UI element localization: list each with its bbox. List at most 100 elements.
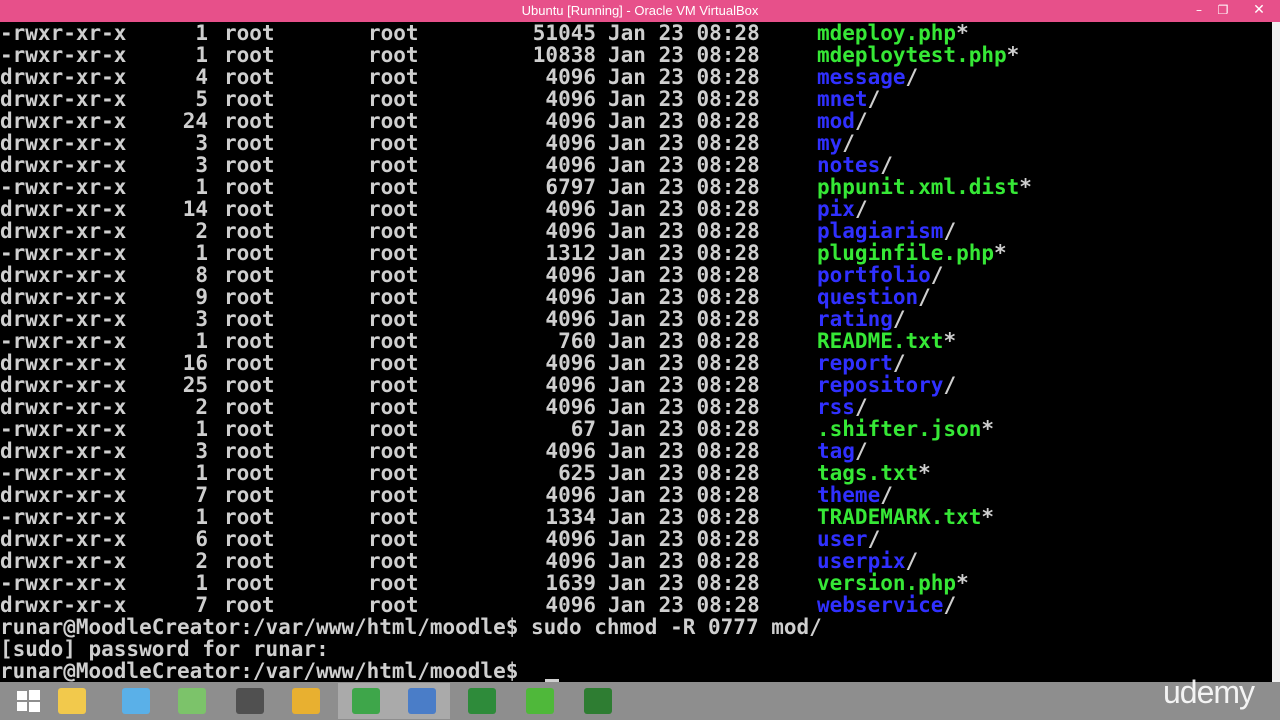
file-name: TRADEMARK.txt* <box>817 506 994 528</box>
listing-row: drwxr-xr-x 2 root root 4096 Jan 23 08:28 rss/ <box>0 396 1272 418</box>
listing-row: -rwxr-xr-x 1 root root 760 Jan 23 08:28 README… <box>0 330 1272 352</box>
modified-date: Jan 23 08:28 <box>608 373 760 397</box>
listing-row: -rwxr-xr-x 1 root root 10838 Jan 23 08:28 mdep… <box>0 44 1272 66</box>
link-count: 5 <box>195 87 208 111</box>
terminal-screen[interactable]: -rwxr-xr-x 1 root root 51045 Jan 23 08:28 mdep… <box>0 22 1272 682</box>
listing-row: drwxr-xr-x 8 root root 4096 Jan 23 08:28 portf… <box>0 264 1272 286</box>
listing-row: -rwxr-xr-x 1 root root 67 Jan 23 08:28 .shifte… <box>0 418 1272 440</box>
modified-date: Jan 23 08:28 <box>608 65 760 89</box>
taskbar-button[interactable] <box>164 683 220 719</box>
group: root <box>368 22 419 45</box>
taskbar-button[interactable] <box>338 683 394 719</box>
entry-type-suffix: * <box>994 241 1007 265</box>
entry-name: mdeploy.php <box>817 22 957 45</box>
modified-date: Jan 23 08:28 <box>608 593 760 617</box>
owner: root <box>224 439 275 463</box>
taskbar-button[interactable] <box>570 683 626 719</box>
current-prompt-line[interactable]: runar@MoodleCreator:/var/www/html/moodle… <box>0 660 1272 682</box>
group: root <box>368 395 419 419</box>
group: root <box>368 43 419 67</box>
entry-type-suffix: / <box>905 65 919 89</box>
owner: root <box>224 87 275 111</box>
modified-date: Jan 23 08:28 <box>608 417 760 441</box>
owner: root <box>224 461 275 485</box>
modified-date: Jan 23 08:28 <box>608 527 760 551</box>
modified-date: Jan 23 08:28 <box>608 285 760 309</box>
listing-row: drwxr-xr-x 16 root root 4096 Jan 23 08:28 repo… <box>0 352 1272 374</box>
entry-type-suffix: / <box>918 285 931 309</box>
owner: root <box>224 373 275 397</box>
entry-type-suffix: / <box>854 395 868 419</box>
directory-name: rating/ <box>817 308 906 330</box>
link-count: 24 <box>182 109 208 133</box>
taskbar-button[interactable] <box>44 683 100 719</box>
entry-type-suffix: * <box>918 461 931 485</box>
modified-date: Jan 23 08:28 <box>608 219 760 243</box>
permissions: drwxr-xr-x <box>0 549 127 573</box>
modified-date: Jan 23 08:28 <box>608 461 760 485</box>
file-size: 4096 <box>545 285 596 309</box>
taskbar-button[interactable] <box>512 683 568 719</box>
file-size: 67 <box>570 417 596 441</box>
group: root <box>368 87 419 111</box>
file-name: README.txt* <box>817 330 956 352</box>
taskbar-button[interactable] <box>454 683 510 719</box>
link-count: 1 <box>195 461 208 485</box>
owner: root <box>224 593 275 617</box>
group: root <box>368 131 419 155</box>
file-name: pluginfile.php* <box>817 242 1007 264</box>
owner: root <box>224 351 275 375</box>
permissions: drwxr-xr-x <box>0 285 127 309</box>
permissions: -rwxr-xr-x <box>0 175 127 199</box>
entry-name: repository <box>817 373 944 397</box>
file-size: 4096 <box>545 351 596 375</box>
owner: root <box>224 131 275 155</box>
permissions: drwxr-xr-x <box>0 307 127 331</box>
entry-type-suffix: * <box>956 571 969 595</box>
taskbar-button[interactable] <box>278 683 334 719</box>
taskbar-button[interactable] <box>108 683 164 719</box>
entry-type-suffix: / <box>930 263 944 287</box>
file-size: 4096 <box>545 527 596 551</box>
file-size: 4096 <box>545 109 596 133</box>
group: root <box>368 351 419 375</box>
modified-date: Jan 23 08:28 <box>608 439 760 463</box>
directory-name: userpix/ <box>817 550 918 572</box>
link-count: 6 <box>195 527 208 551</box>
group: root <box>368 483 419 507</box>
directory-name: question/ <box>817 286 931 308</box>
notepad-icon <box>178 688 206 714</box>
owner: root <box>224 417 275 441</box>
listing-row: drwxr-xr-x 24 root root 4096 Jan 23 08:28 mod/ <box>0 110 1272 132</box>
link-count: 2 <box>195 395 208 419</box>
permissions: drwxr-xr-x <box>0 219 127 243</box>
window-scrollbar[interactable] <box>1272 22 1280 682</box>
close-button[interactable]: ✕ <box>1240 0 1278 22</box>
minimize-button[interactable]: – <box>1186 0 1212 22</box>
link-count: 2 <box>195 219 208 243</box>
entry-name: question <box>817 285 919 309</box>
directory-name: message/ <box>817 66 918 88</box>
restore-button[interactable]: ❐ <box>1210 0 1236 22</box>
entry-type-suffix: / <box>943 373 957 397</box>
link-count: 25 <box>182 373 208 397</box>
file-name: version.php* <box>817 572 969 594</box>
entry-type-suffix: * <box>981 505 995 529</box>
link-count: 9 <box>195 285 208 309</box>
owner: root <box>224 241 275 265</box>
file-name: phpunit.xml.dist* <box>817 176 1032 198</box>
file-name: tags.txt* <box>817 462 931 484</box>
directory-name: my/ <box>817 132 855 154</box>
file-name: .shifter.json* <box>817 418 994 440</box>
link-count: 1 <box>195 175 208 199</box>
entry-name: webservice <box>817 593 944 617</box>
entry-name: version.php <box>817 571 957 595</box>
globe-app-icon <box>122 688 150 714</box>
file-size: 10838 <box>532 43 596 67</box>
modified-date: Jan 23 08:28 <box>608 395 760 419</box>
link-count: 4 <box>195 65 208 89</box>
taskbar-button[interactable] <box>394 683 450 719</box>
taskbar-button[interactable] <box>222 683 278 719</box>
listing-row: -rwxr-xr-x 1 root root 625 Jan 23 08:28 tags.t… <box>0 462 1272 484</box>
link-count: 1 <box>195 505 208 529</box>
